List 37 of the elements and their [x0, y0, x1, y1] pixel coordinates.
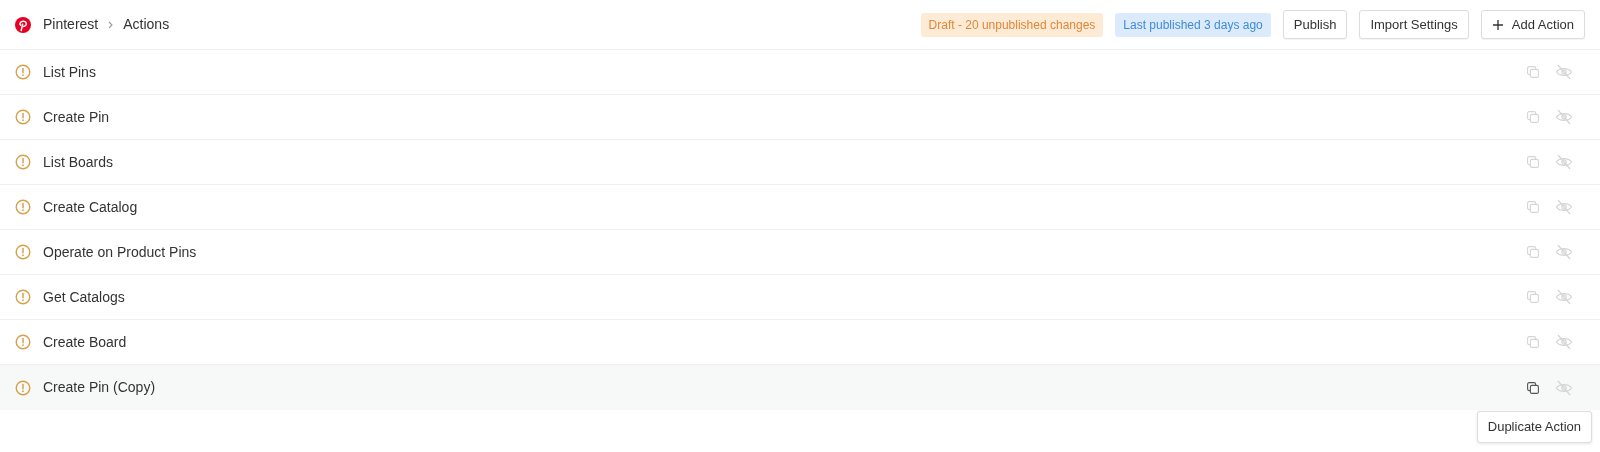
action-row[interactable]: Create Pin (Copy) [0, 365, 1600, 410]
copy-icon[interactable] [1527, 381, 1539, 394]
action-name: Create Board [43, 332, 127, 352]
action-name: List Boards [43, 152, 114, 172]
warning-icon [15, 289, 31, 305]
toolbar-button[interactable]: Import Settings [1359, 10, 1469, 39]
action-name: List Pins [43, 62, 96, 82]
chevron-icon [108, 20, 114, 29]
warning-icon [15, 199, 31, 215]
action-name: Get Catalogs [43, 287, 125, 307]
warning-icon [15, 109, 31, 125]
warning-icon [15, 64, 31, 80]
action-name: Create Pin (Copy) [43, 378, 156, 397]
hidden-eye-icon[interactable] [1555, 154, 1573, 170]
action-name: Create Pin [43, 107, 110, 127]
warning-icon [15, 379, 31, 396]
hidden-eye-icon[interactable] [1555, 289, 1573, 305]
status-badge: Last published 3 days ago [1115, 12, 1271, 37]
warning-icon [15, 334, 31, 350]
action-name: Operate on Product Pins [43, 242, 197, 262]
hidden-eye-icon[interactable] [1555, 109, 1573, 125]
hidden-eye-icon[interactable] [1555, 64, 1573, 80]
breadcrumb-item: Actions [123, 15, 170, 34]
warning-icon [15, 154, 31, 170]
plus-icon [1491, 18, 1504, 31]
warning-icon [15, 244, 31, 260]
pinterest-logo-icon [15, 16, 31, 33]
breadcrumb-item[interactable]: Pinterest [43, 14, 99, 35]
add-action-button[interactable]: Add Action [1480, 10, 1585, 39]
action-name: Create Catalog [43, 197, 138, 217]
hidden-eye-icon[interactable] [1555, 199, 1573, 215]
status-badge: Draft - 20 unpublished changes [920, 12, 1104, 37]
toolbar-button[interactable]: Publish [1282, 10, 1348, 39]
tooltip: Duplicate Action [1476, 411, 1592, 443]
hidden-eye-icon[interactable] [1555, 244, 1573, 260]
hidden-eye-icon[interactable] [1555, 379, 1573, 396]
hidden-eye-icon[interactable] [1555, 334, 1573, 350]
